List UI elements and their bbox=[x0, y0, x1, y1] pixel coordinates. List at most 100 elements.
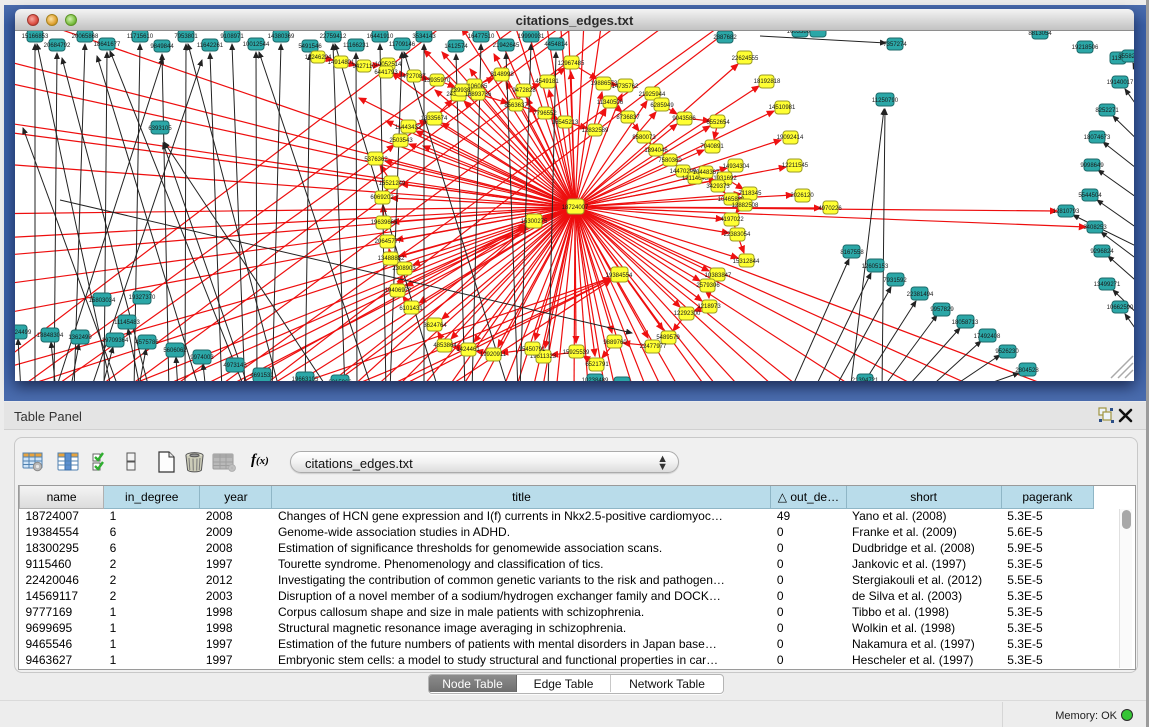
svg-text:16441910: 16441910 bbox=[367, 34, 394, 40]
svg-text:11443433: 11443433 bbox=[395, 125, 422, 131]
svg-text:8563637: 8563637 bbox=[504, 103, 528, 109]
svg-text:12605153: 12605153 bbox=[862, 264, 889, 270]
svg-text:1218973: 1218973 bbox=[697, 304, 721, 310]
svg-text:18724007: 18724007 bbox=[562, 205, 589, 211]
svg-text:12810793: 12810793 bbox=[1053, 209, 1080, 215]
svg-text:19920911: 19920911 bbox=[480, 352, 507, 358]
svg-text:4549181: 4549181 bbox=[535, 79, 559, 85]
svg-text:10448367: 10448367 bbox=[693, 170, 720, 176]
svg-text:22477977: 22477977 bbox=[640, 344, 667, 350]
svg-text:9108971: 9108971 bbox=[220, 34, 244, 40]
svg-text:9472828: 9472828 bbox=[512, 88, 536, 94]
svg-text:19384554: 19384554 bbox=[606, 273, 633, 279]
svg-text:12832589: 12832589 bbox=[582, 128, 609, 134]
svg-text:3408253: 3408253 bbox=[1083, 225, 1107, 231]
svg-text:19327370: 19327370 bbox=[129, 295, 156, 301]
svg-text:7953801: 7953801 bbox=[174, 34, 198, 40]
svg-text:2308903: 2308903 bbox=[392, 266, 416, 272]
svg-text:6552654: 6552654 bbox=[706, 120, 730, 126]
svg-text:5606062: 5606062 bbox=[163, 348, 187, 354]
svg-text:2503543: 2503543 bbox=[389, 138, 413, 144]
svg-text:16545213: 16545213 bbox=[552, 120, 579, 126]
svg-text:6393105: 6393105 bbox=[148, 126, 172, 132]
svg-text:3534143: 3534143 bbox=[412, 34, 436, 40]
svg-text:15312844: 15312844 bbox=[733, 259, 760, 265]
svg-text:3624764: 3624764 bbox=[423, 323, 447, 329]
svg-text:19663105: 19663105 bbox=[292, 377, 319, 381]
svg-text:8736837: 8736837 bbox=[616, 115, 640, 121]
svg-text:15450791: 15450791 bbox=[519, 347, 546, 353]
svg-text:11709146: 11709146 bbox=[389, 42, 416, 48]
svg-text:22624555: 22624555 bbox=[732, 56, 759, 62]
svg-text:4197022: 4197022 bbox=[720, 217, 744, 223]
svg-text:12292300: 12292300 bbox=[674, 311, 701, 317]
svg-text:2579306: 2579306 bbox=[696, 283, 720, 289]
svg-text:9957829: 9957829 bbox=[930, 307, 954, 313]
svg-text:16477510: 16477510 bbox=[468, 34, 495, 40]
svg-text:12967485: 12967485 bbox=[558, 61, 585, 67]
svg-text:1362499: 1362499 bbox=[68, 335, 92, 341]
svg-text:10662590: 10662590 bbox=[1107, 305, 1134, 311]
svg-text:15166853: 15166853 bbox=[22, 34, 49, 40]
svg-text:10383847: 10383847 bbox=[705, 273, 732, 279]
svg-text:1412574: 1412574 bbox=[444, 44, 468, 50]
svg-text:4691531: 4691531 bbox=[250, 373, 274, 379]
svg-text:6521791: 6521791 bbox=[585, 362, 609, 368]
svg-text:19218506: 19218506 bbox=[1072, 45, 1099, 51]
svg-text:19092414: 19092414 bbox=[777, 135, 804, 141]
svg-text:15521249: 15521249 bbox=[379, 181, 406, 187]
svg-text:19990931: 19990931 bbox=[518, 34, 545, 40]
svg-text:9849844: 9849844 bbox=[150, 44, 174, 50]
svg-text:22381494: 22381494 bbox=[907, 292, 934, 298]
svg-text:22759412: 22759412 bbox=[320, 34, 347, 40]
svg-text:6441793: 6441793 bbox=[374, 70, 398, 76]
svg-text:3558221: 3558221 bbox=[1118, 54, 1134, 60]
svg-text:12211545: 12211545 bbox=[782, 163, 809, 169]
svg-text:13499271: 13499271 bbox=[1094, 282, 1121, 288]
svg-text:9998649: 9998649 bbox=[1080, 163, 1104, 169]
svg-text:11340506: 11340506 bbox=[597, 100, 624, 106]
svg-text:4973143: 4973143 bbox=[223, 363, 247, 369]
svg-text:18074673: 18074673 bbox=[1084, 135, 1111, 141]
svg-text:11166231: 11166231 bbox=[343, 43, 369, 49]
svg-text:18192818: 18192818 bbox=[754, 79, 781, 85]
svg-text:3429373: 3429373 bbox=[706, 184, 730, 190]
svg-text:7040891: 7040891 bbox=[700, 144, 724, 150]
svg-text:20065868: 20065868 bbox=[72, 34, 99, 40]
svg-text:10012544: 10012544 bbox=[243, 42, 270, 48]
svg-text:14735762: 14735762 bbox=[612, 84, 639, 90]
svg-text:8580073: 8580073 bbox=[632, 135, 656, 141]
svg-text:15300275: 15300275 bbox=[521, 219, 548, 225]
svg-text:18641677: 18641677 bbox=[94, 42, 121, 48]
svg-text:21925944: 21925944 bbox=[639, 92, 666, 98]
svg-text:13335674: 13335674 bbox=[421, 116, 448, 122]
svg-text:11715610: 11715610 bbox=[127, 34, 154, 40]
svg-text:6285949: 6285949 bbox=[650, 103, 674, 109]
svg-text:9296824: 9296824 bbox=[1090, 249, 1114, 255]
svg-text:4575786: 4575786 bbox=[135, 340, 159, 346]
svg-text:2026120: 2026120 bbox=[790, 193, 814, 199]
svg-text:1894046: 1894046 bbox=[644, 148, 668, 154]
svg-text:12882508: 12882508 bbox=[732, 203, 759, 209]
svg-text:8148998: 8148998 bbox=[490, 72, 514, 78]
svg-text:15803034: 15803034 bbox=[89, 298, 116, 304]
svg-text:6315966: 6315966 bbox=[328, 380, 352, 381]
svg-text:4853864: 4853864 bbox=[433, 343, 457, 349]
svg-text:18058713: 18058713 bbox=[952, 320, 979, 326]
svg-text:11642261: 11642261 bbox=[197, 43, 224, 49]
svg-text:21942645: 21942645 bbox=[493, 43, 520, 49]
svg-text:21624499: 21624499 bbox=[15, 330, 32, 336]
svg-text:1424461: 1424461 bbox=[456, 347, 480, 353]
svg-text:18848304: 18848304 bbox=[37, 333, 64, 339]
svg-text:14934304: 14934304 bbox=[723, 164, 750, 170]
svg-text:14380369: 14380369 bbox=[268, 34, 295, 40]
svg-text:22383054: 22383054 bbox=[724, 232, 751, 238]
svg-text:2887682: 2887682 bbox=[713, 35, 737, 41]
svg-text:19709364: 19709364 bbox=[102, 338, 129, 344]
svg-text:2804528: 2804528 bbox=[1015, 368, 1039, 374]
svg-text:16893736: 16893736 bbox=[465, 92, 492, 98]
svg-text:19140017: 19140017 bbox=[1107, 80, 1134, 86]
svg-text:20684792: 20684792 bbox=[44, 43, 71, 49]
svg-text:9889760: 9889760 bbox=[603, 340, 627, 346]
svg-text:4970226: 4970226 bbox=[818, 206, 842, 212]
